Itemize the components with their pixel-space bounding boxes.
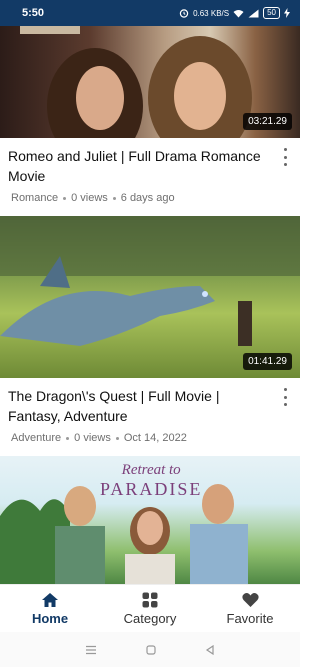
more-options-icon[interactable] (280, 148, 290, 166)
home-icon (42, 592, 58, 607)
video-duration: 03:21.29 (243, 113, 292, 130)
video-date: 6 days ago (120, 192, 175, 204)
square-icon[interactable] (146, 644, 156, 655)
nav-home[interactable]: Home (0, 585, 100, 632)
nav-favorite[interactable]: Favorite (200, 585, 300, 632)
menu-icon[interactable] (85, 645, 97, 655)
poster-title-line2: PARADISE (100, 479, 203, 499)
nav-favorite-label: Favorite (226, 610, 274, 626)
video-views: 0 views (74, 432, 111, 444)
poster-title-line1: Retreat to (121, 462, 181, 478)
status-time: 5:50 (22, 7, 45, 19)
wifi-icon (233, 9, 244, 17)
video-category: Adventure (11, 432, 62, 444)
separator-dot (66, 436, 70, 440)
nav-category-label: Category (123, 610, 177, 626)
video-thumbnail[interactable]: 03:21.29 (0, 26, 300, 138)
video-views: 0 views (71, 192, 108, 204)
more-options-icon[interactable] (280, 388, 290, 406)
video-title[interactable]: Romeo and Juliet | Full Drama Romance Mo… (8, 146, 272, 186)
video-duration: 01:41.29 (243, 353, 292, 370)
charging-icon (284, 8, 290, 18)
video-meta: Romeo and Juliet | Full Drama Romance Mo… (0, 138, 300, 204)
video-thumbnail[interactable]: Retreat to PARADISE (0, 456, 300, 584)
poster-title: Retreat to PARADISE (100, 462, 202, 500)
status-bar: 5:50 0.63 KB/S 50 (0, 0, 300, 26)
video-category: Romance (11, 192, 59, 204)
network-speed: 0.63 KB/S (193, 8, 230, 18)
video-subtitle: Adventure 0 views Oct 14, 2022 (8, 432, 272, 444)
nav-home-label: Home (31, 610, 69, 626)
system-navigation-bar (0, 632, 300, 667)
video-subtitle: Romance 0 views 6 days ago (8, 192, 272, 204)
back-triangle-icon[interactable] (205, 644, 215, 655)
alarm-icon (179, 9, 189, 18)
bottom-navigation: Home Category Favorite (0, 584, 300, 632)
video-date: Oct 14, 2022 (123, 432, 187, 444)
video-thumbnail[interactable]: 01:41.29 (0, 216, 300, 378)
heart-icon (241, 592, 259, 607)
battery-icon: 50 (263, 7, 280, 19)
nav-category[interactable]: Category (100, 585, 200, 632)
status-icons: 0.63 KB/S 50 (179, 7, 290, 19)
separator-dot (115, 436, 119, 440)
video-title[interactable]: The Dragon\'s Quest | Full Movie | Fanta… (8, 386, 272, 426)
video-meta: The Dragon\'s Quest | Full Movie | Fanta… (0, 378, 300, 444)
separator-dot (112, 196, 116, 200)
video-feed[interactable]: 03:21.29 Romeo and Juliet | Full Drama R… (0, 26, 300, 584)
signal-icon (248, 9, 259, 17)
grid-icon (142, 592, 158, 607)
separator-dot (63, 196, 67, 200)
